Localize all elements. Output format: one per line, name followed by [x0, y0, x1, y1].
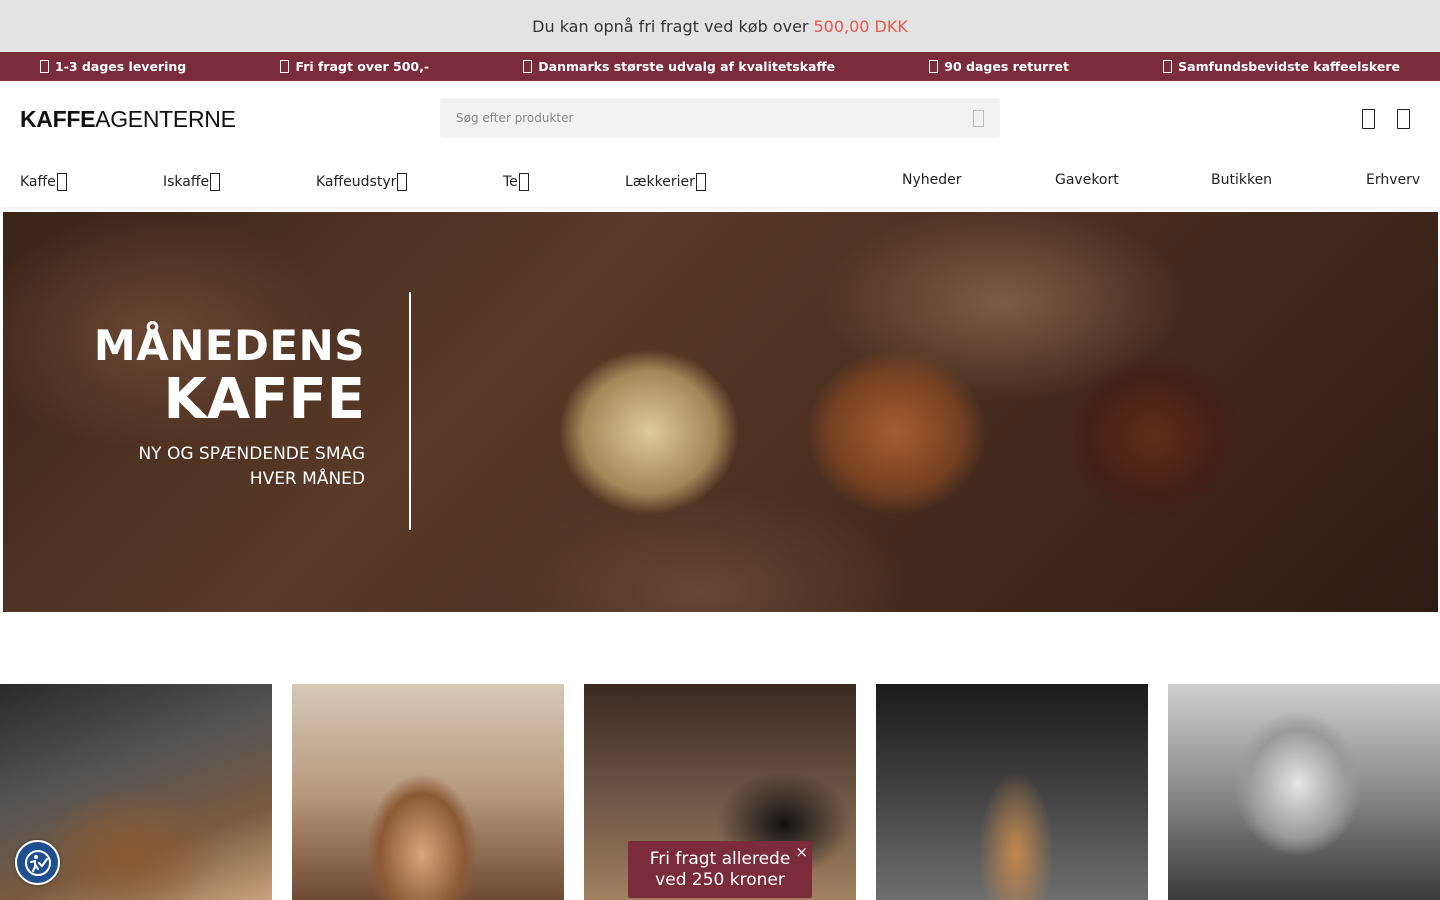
usp-label: Fri fragt over 500,- [295, 59, 430, 74]
user-icon[interactable] [1362, 109, 1375, 129]
nav-item-nyheder[interactable]: Nyheder [902, 172, 962, 188]
hero-subtitle: NY OG SPÆNDENDE SMAG HVER MÅNED [94, 442, 365, 492]
nav-label: Te [503, 174, 518, 190]
site-header: KAFFEAGENTERNE [0, 81, 1440, 157]
promo-amount: 500,00 DKK [813, 16, 908, 36]
nav-item-kaffe[interactable]: Kaffe [20, 173, 67, 191]
nav-label: Kaffeudstyr [316, 174, 397, 190]
nav-label: Lækkerier [625, 174, 695, 190]
nav-item-erhverv[interactable]: Erhverv [1366, 172, 1420, 188]
hero-subtitle-line1: NY OG SPÆNDENDE SMAG [138, 444, 365, 464]
hero-subtitle-line2: HVER MÅNED [249, 469, 365, 489]
chevron-down-icon [210, 173, 221, 191]
usp-item-returns: 90 dages returret [929, 59, 1069, 74]
nav-item-kaffeudstyr[interactable]: Kaffeudstyr [316, 173, 408, 191]
logo-bold: KAFFE [20, 105, 96, 132]
usp-item-community: Samfundsbevidste kaffeelskere [1163, 59, 1400, 74]
truck-icon [40, 60, 49, 73]
usp-label: Danmarks største udvalg af kvalitetskaff… [538, 59, 836, 74]
nav-label: Erhverv [1366, 172, 1421, 188]
nav-label: Iskaffe [163, 174, 210, 190]
close-icon[interactable]: × [795, 842, 808, 863]
usp-item-free-shipping: Fri fragt over 500,- [280, 59, 429, 74]
search-bar [440, 98, 1000, 138]
nav-label: Butikken [1211, 172, 1273, 188]
hero-title-line1: MÅNEDENS [93, 321, 365, 370]
popup-line1: Fri fragt allerede [649, 849, 791, 869]
popup-line2: ved 250 kroner [655, 870, 785, 890]
hero-banner[interactable]: MÅNEDENS KAFFE NY OG SPÆNDENDE SMAG HVER… [3, 212, 1438, 612]
nav-item-iskaffe[interactable]: Iskaffe [163, 173, 221, 191]
coffee-icon [523, 60, 533, 73]
chevron-down-icon [518, 173, 529, 191]
main-nav: Kaffe Iskaffe Kaffeudstyr Te Lækkerier N… [0, 157, 1440, 207]
hero-divider [409, 292, 411, 530]
hero-text: MÅNEDENS KAFFE NY OG SPÆNDENDE SMAG HVER… [94, 322, 365, 492]
nav-item-gavekort[interactable]: Gavekort [1055, 172, 1119, 188]
category-tile-iced-coffee[interactable] [292, 684, 564, 900]
accessibility-button[interactable] [15, 840, 60, 885]
chevron-down-icon [397, 173, 408, 191]
usp-item-delivery: 1-3 dages levering [40, 59, 186, 74]
category-tile-espresso[interactable] [876, 684, 1148, 900]
tag-icon [280, 60, 290, 73]
usp-label: 1-3 dages levering [55, 59, 187, 74]
nav-item-butikken[interactable]: Butikken [1211, 172, 1272, 188]
search-icon[interactable] [973, 109, 984, 127]
logo-rest: AGENTERNE [95, 105, 236, 132]
usp-item-selection: Danmarks største udvalg af kvalitetskaff… [523, 59, 835, 74]
category-tile-machines[interactable] [1168, 684, 1440, 900]
cart-icon[interactable] [1397, 109, 1410, 129]
nav-label: Gavekort [1055, 172, 1119, 188]
heart-icon [1163, 60, 1173, 73]
nav-label: Nyheder [902, 172, 962, 188]
accessibility-icon [24, 849, 51, 876]
usp-label: Samfundsbevidste kaffeelskere [1178, 59, 1400, 74]
return-icon [929, 60, 939, 73]
promo-text: Du kan opnå fri fragt ved køb over [532, 16, 809, 36]
nav-label: Kaffe [20, 174, 56, 190]
chevron-down-icon [695, 173, 706, 191]
search-input[interactable] [456, 111, 973, 125]
nav-item-laekkerier[interactable]: Lækkerier [625, 173, 706, 191]
usp-bar: 1-3 dages levering Fri fragt over 500,- … [0, 52, 1440, 81]
hero-title-line2: KAFFE [163, 367, 366, 432]
free-shipping-popup[interactable]: × Fri fragt allerede ved 250 kroner [628, 841, 812, 898]
chevron-down-icon [56, 173, 67, 191]
header-icons [1362, 109, 1410, 129]
logo[interactable]: KAFFEAGENTERNE [20, 106, 440, 133]
nav-item-te[interactable]: Te [503, 173, 529, 191]
promo-bar: Du kan opnå fri fragt ved køb over 500,0… [0, 0, 1440, 52]
usp-label: 90 dages returret [944, 59, 1069, 74]
